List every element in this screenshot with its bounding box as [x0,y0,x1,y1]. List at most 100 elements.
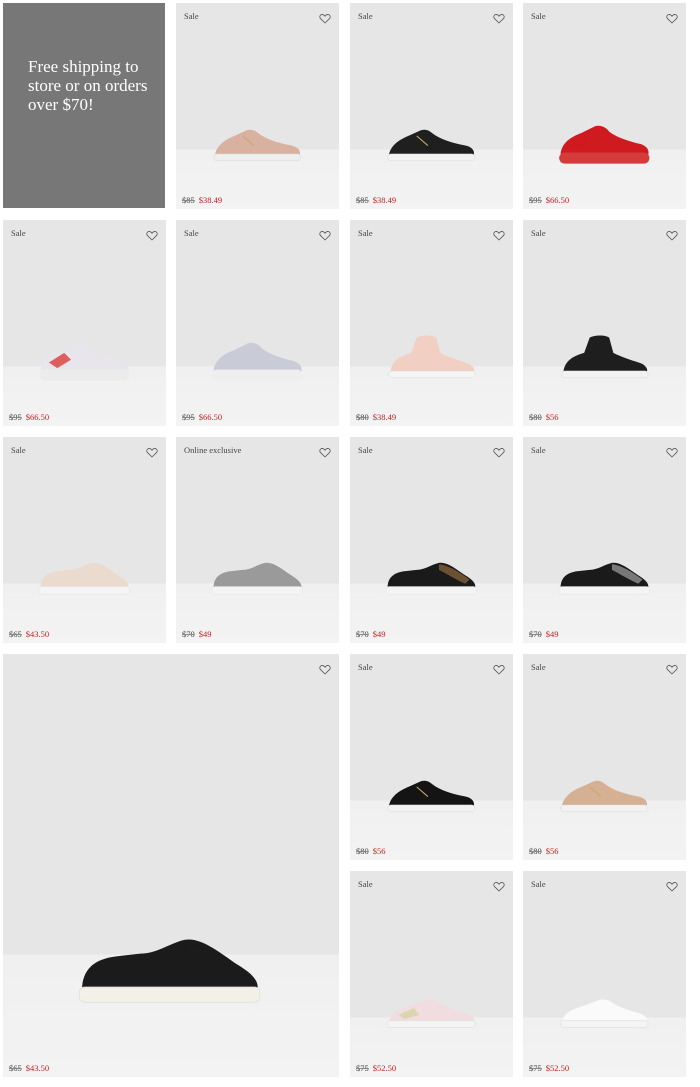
heart-icon[interactable] [493,879,505,892]
original-price: $95 [529,195,542,205]
original-price: $95 [182,412,195,422]
sale-price: $66.50 [545,195,570,205]
original-price: $85 [356,195,369,205]
product-price: $75 $52.50 [529,1063,569,1073]
product-badge: Sale [531,228,546,238]
product-card[interactable]: Sale $95 $66.50 [176,220,339,426]
sale-price: $56 [372,846,386,856]
product-badge: Sale [531,662,546,672]
heart-icon[interactable] [666,445,678,458]
original-price: $80 [356,846,369,856]
product-badge: Sale [184,11,199,21]
product-price: $65 $43.50 [9,1063,49,1073]
heart-icon[interactable] [666,11,678,24]
product-card[interactable]: Sale $80 $56 [523,654,686,860]
product-badge: Sale [358,879,373,889]
product-price: $65 $43.50 [9,629,49,639]
heart-icon[interactable] [319,11,331,24]
heart-icon[interactable] [666,879,678,892]
product-badge: Sale [358,11,373,21]
product-price: $95 $66.50 [182,412,222,422]
heart-icon[interactable] [146,228,158,241]
product-card[interactable]: Sale $95 $66.50 [3,220,166,426]
product-image[interactable] [208,549,308,604]
original-price: $70 [356,629,369,639]
product-card[interactable]: Online exclusive $70 $49 [176,437,339,643]
product-price: $80 $56 [529,846,559,856]
product-image[interactable] [382,983,482,1038]
product-card[interactable]: Sale $85 $38.49 [350,3,513,209]
sale-price: $38.49 [372,412,397,422]
sale-price: $56 [545,846,559,856]
heart-icon[interactable] [493,228,505,241]
product-price: $80 $56 [529,412,559,422]
original-price: $80 [529,412,542,422]
sale-price: $43.50 [25,629,50,639]
heart-icon[interactable] [493,662,505,675]
product-badge: Sale [11,228,26,238]
product-card[interactable]: Sale $70 $49 [523,437,686,643]
original-price: $85 [182,195,195,205]
product-card[interactable]: Sale $80 $38.49 [350,220,513,426]
product-badge: Sale [11,445,26,455]
product-image[interactable] [382,549,482,604]
product-image[interactable] [71,912,271,1017]
product-card[interactable]: Sale $95 $66.50 [523,3,686,209]
sale-price: $52.50 [372,1063,397,1073]
product-price: $70 $49 [356,629,386,639]
product-image[interactable] [382,115,482,170]
original-price: $95 [9,412,22,422]
product-image[interactable] [555,983,655,1038]
heart-icon[interactable] [493,445,505,458]
product-image[interactable] [555,115,655,170]
product-image[interactable] [208,115,308,170]
product-badge: Sale [531,11,546,21]
sale-price: $49 [372,629,386,639]
promo-text: Free shipping to store or on orders over… [28,57,148,114]
original-price: $70 [182,629,195,639]
product-image[interactable] [382,332,482,387]
sale-price: $43.50 [25,1063,50,1073]
product-badge: Sale [358,445,373,455]
sale-price: $49 [198,629,212,639]
product-image[interactable] [555,549,655,604]
product-image[interactable] [555,332,655,387]
product-card[interactable]: $65 $43.50 [3,654,339,1077]
product-price: $80 $38.49 [356,412,396,422]
product-image[interactable] [35,549,135,604]
heart-icon[interactable] [319,228,331,241]
product-price: $85 $38.49 [182,195,222,205]
product-card[interactable]: Sale $75 $52.50 [523,871,686,1077]
heart-icon[interactable] [666,662,678,675]
original-price: $75 [356,1063,369,1073]
promo-banner: Free shipping to store or on orders over… [3,3,165,208]
product-card[interactable]: Sale $80 $56 [523,220,686,426]
product-badge: Sale [358,662,373,672]
heart-icon[interactable] [666,228,678,241]
sale-price: $52.50 [545,1063,570,1073]
product-price: $75 $52.50 [356,1063,396,1073]
product-price: $95 $66.50 [9,412,49,422]
original-price: $65 [9,1063,22,1073]
heart-icon[interactable] [319,445,331,458]
heart-icon[interactable] [493,11,505,24]
product-badge: Sale [358,228,373,238]
product-badge: Online exclusive [184,445,242,455]
sale-price: $38.49 [372,195,397,205]
product-image[interactable] [208,332,308,387]
product-card[interactable]: Sale $85 $38.49 [176,3,339,209]
product-card[interactable]: Sale $75 $52.50 [350,871,513,1077]
product-badge: Sale [531,445,546,455]
product-card[interactable]: Sale $70 $49 [350,437,513,643]
original-price: $65 [9,629,22,639]
product-price: $95 $66.50 [529,195,569,205]
heart-icon[interactable] [146,445,158,458]
product-card[interactable]: Sale $80 $56 [350,654,513,860]
product-price: $70 $49 [529,629,559,639]
product-card[interactable]: Sale $65 $43.50 [3,437,166,643]
heart-icon[interactable] [319,662,331,675]
product-image[interactable] [555,766,655,821]
product-badge: Sale [531,879,546,889]
product-image[interactable] [35,332,135,387]
product-image[interactable] [382,766,482,821]
